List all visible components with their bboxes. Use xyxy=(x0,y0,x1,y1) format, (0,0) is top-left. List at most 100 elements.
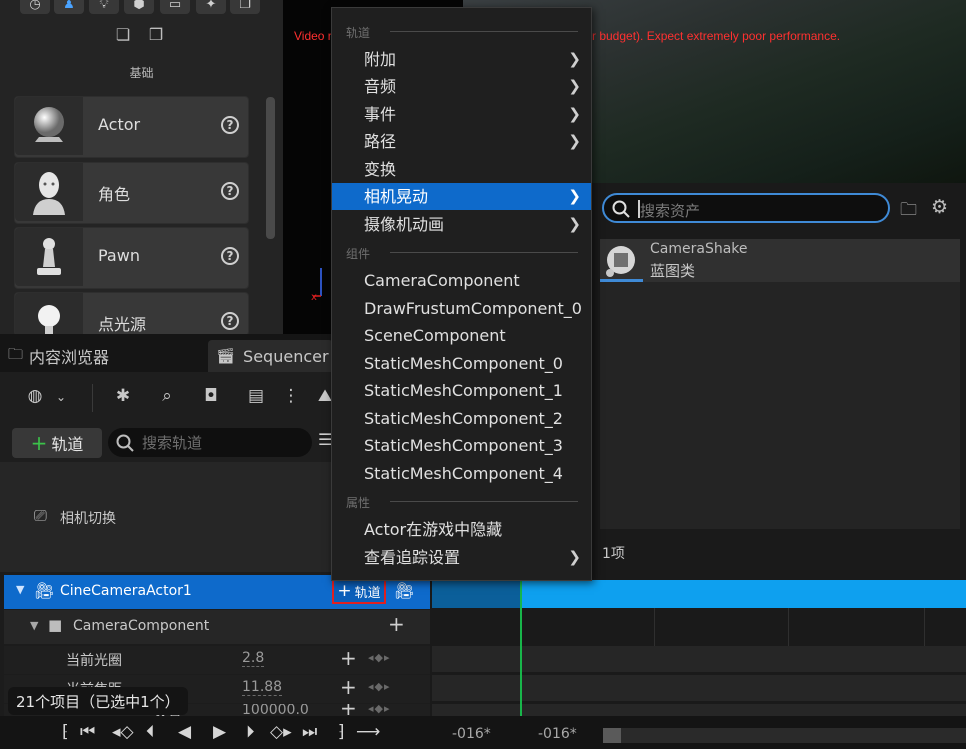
key-navigation-icon[interactable]: ◂◆▸ xyxy=(368,704,391,715)
camera-actor-icon: 🎥︎ xyxy=(34,581,55,600)
jump-to-end-icon[interactable]: ⁆ xyxy=(338,722,345,742)
next-frame-icon[interactable]: ⏭ xyxy=(302,722,317,742)
menu-item-component[interactable]: StaticMeshComponent_1 xyxy=(332,377,591,404)
shapes-icon[interactable]: ⬢ xyxy=(124,0,154,14)
lights-icon[interactable]: 💡︎ xyxy=(89,0,119,14)
help-icon[interactable]: ? xyxy=(221,182,239,200)
track-search-input[interactable]: 搜索轨道 xyxy=(108,428,312,457)
globe-icon[interactable]: ◍ xyxy=(22,386,48,410)
more-icon[interactable]: ⋮ xyxy=(278,386,304,410)
submenu-arrow-icon: ❯ xyxy=(568,187,581,205)
step-back-icon[interactable]: ⏴ xyxy=(146,722,155,742)
menu-item-event[interactable]: 事件 ❯ xyxy=(332,101,591,128)
asset-row[interactable]: CameraShake 蓝图类 xyxy=(600,239,960,282)
svg-text:x: x xyxy=(311,292,317,303)
geometry-icon[interactable]: ❏ xyxy=(110,22,136,46)
add-track-button[interactable]: + 轨道 xyxy=(12,428,102,458)
next-key-icon[interactable]: ◇▸ xyxy=(270,722,292,742)
menu-item-label: SceneComponent xyxy=(364,326,506,345)
menu-item-component[interactable]: StaticMeshComponent_4 xyxy=(332,460,591,487)
folder-icon[interactable]: 🗀︎ xyxy=(900,197,922,220)
transport-bar: ⁅ ⏮ ◂◇ ⏴ ◀ ▶ ⏵ ◇▸ ⏭ ⁆ ⟶ -016* -016* xyxy=(0,716,966,749)
menu-item-label: StaticMeshComponent_2 xyxy=(364,409,563,428)
basic-mode-icon[interactable]: ♟ xyxy=(54,0,84,14)
all-classes-icon[interactable]: ❒ xyxy=(143,22,169,46)
frame-start[interactable]: -016* xyxy=(452,726,491,742)
property-lane[interactable] xyxy=(432,704,966,716)
save-icon[interactable]: ✱ xyxy=(110,386,136,410)
previous-key-icon[interactable]: ◂◇ xyxy=(112,722,134,742)
add-track-plus-icon[interactable]: + xyxy=(388,612,405,636)
actor-item-point-light[interactable]: 点光源 ? xyxy=(14,292,249,336)
actor-item-label: Pawn xyxy=(98,246,140,265)
camera-lock-icon[interactable]: 🎥︎ xyxy=(394,581,414,600)
key-navigation-icon[interactable]: ◂◆▸ xyxy=(368,680,391,693)
step-forward-icon[interactable]: ⏵ xyxy=(246,722,255,742)
property-value[interactable]: 11.88 xyxy=(242,679,283,696)
scrollbar-handle[interactable] xyxy=(603,728,621,743)
chevron-down-icon[interactable]: ⌄ xyxy=(48,390,74,414)
menu-item-actor-hidden-in-game[interactable]: Actor在游戏中隐藏 xyxy=(332,516,591,543)
property-lane[interactable] xyxy=(432,675,966,701)
menu-item-transform[interactable]: 变换 xyxy=(332,156,591,183)
pawn-icon xyxy=(15,228,83,286)
property-lane[interactable] xyxy=(432,646,966,672)
visual-effects-icon[interactable]: ✦ xyxy=(196,0,226,14)
camera-icon[interactable]: ◘ xyxy=(198,386,224,410)
view-range-scrollbar[interactable] xyxy=(603,728,966,743)
menu-item-label: 变换 xyxy=(364,160,397,179)
menu-item-component[interactable]: StaticMeshComponent_3 xyxy=(332,432,591,459)
help-icon[interactable]: ? xyxy=(221,116,239,134)
actor-item-character[interactable]: 角色 ? xyxy=(14,162,249,224)
key-navigation-icon[interactable]: ◂◆▸ xyxy=(368,651,391,664)
menu-item-camera-animation[interactable]: 摄像机动画 ❯ xyxy=(332,211,591,238)
play-icon[interactable]: ▶ xyxy=(213,722,226,742)
expand-arrow-icon[interactable]: ▼ xyxy=(16,583,24,596)
volumes-icon[interactable]: ❐ xyxy=(230,0,260,14)
expand-arrow-icon[interactable]: ▼ xyxy=(30,619,38,632)
menu-item-label: 附加 xyxy=(364,50,397,69)
render-movie-icon[interactable]: ▤ xyxy=(243,386,269,410)
menu-item-path[interactable]: 路径 ❯ xyxy=(332,128,591,155)
jump-to-start-icon[interactable]: ⁅ xyxy=(62,722,69,742)
previous-frame-icon[interactable]: ⏮ xyxy=(80,722,95,742)
loop-icon[interactable]: ⟶ xyxy=(356,722,380,742)
camera-cut-icon: ⎚ xyxy=(34,506,47,525)
scrollbar[interactable] xyxy=(266,97,275,239)
menu-item-trace-settings[interactable]: 查看追踪设置 ❯ xyxy=(332,544,591,571)
menu-item-component[interactable]: StaticMeshComponent_2 xyxy=(332,405,591,432)
mannequin-head-icon xyxy=(15,163,83,221)
play-reverse-icon[interactable]: ◀ xyxy=(178,722,191,742)
help-icon[interactable]: ? xyxy=(221,247,239,265)
tab-content-browser[interactable]: 🗀︎ 内容浏览器 xyxy=(8,340,109,372)
property-value[interactable]: 2.8 xyxy=(242,650,265,667)
cinematic-icon[interactable]: ▭ xyxy=(160,0,190,14)
frame-end[interactable]: -016* xyxy=(538,726,577,742)
actor-section-bar[interactable] xyxy=(432,580,966,608)
add-key-icon[interactable]: + xyxy=(340,675,357,699)
asset-search-input[interactable]: 搜索资产 xyxy=(602,193,890,223)
menu-item-audio[interactable]: 音频 ❯ xyxy=(332,73,591,100)
menu-item-component[interactable]: StaticMeshComponent_0 xyxy=(332,350,591,377)
playhead[interactable] xyxy=(520,580,522,716)
menu-item-camera-shake[interactable]: 相机晃动 ❯ xyxy=(332,183,591,210)
gear-icon[interactable]: ⚙ xyxy=(931,196,953,218)
camera-cut-label: 相机切换 xyxy=(60,511,116,527)
actor-item-actor[interactable]: Actor ? xyxy=(14,96,249,158)
axis-gizmo-icon: x xyxy=(311,268,322,303)
actor-item-pawn[interactable]: Pawn ? xyxy=(14,227,249,289)
help-icon[interactable]: ? xyxy=(221,312,239,330)
component-track[interactable]: ▼ ■ CameraComponent + xyxy=(4,610,430,644)
timeline-area[interactable] xyxy=(430,580,966,716)
find-in-browser-icon[interactable]: ⌕ xyxy=(154,386,180,410)
tab-label: 内容浏览器 xyxy=(29,348,110,367)
add-key-icon[interactable]: + xyxy=(340,646,357,670)
menu-item-attach[interactable]: 附加 ❯ xyxy=(332,46,591,73)
menu-item-component[interactable]: SceneComponent xyxy=(332,322,591,349)
actor-add-track-button[interactable]: + 轨道 xyxy=(332,578,386,604)
menu-item-component[interactable]: DrawFrustumComponent_0 xyxy=(332,295,591,322)
menu-item-component[interactable]: CameraComponent xyxy=(332,267,591,294)
recent-icon[interactable]: ◷ xyxy=(20,0,50,14)
tab-sequencer[interactable]: 🎬︎ Sequencer xyxy=(208,340,333,372)
property-row[interactable]: 当前光圈 2.8 + ◂◆▸ xyxy=(4,646,430,674)
